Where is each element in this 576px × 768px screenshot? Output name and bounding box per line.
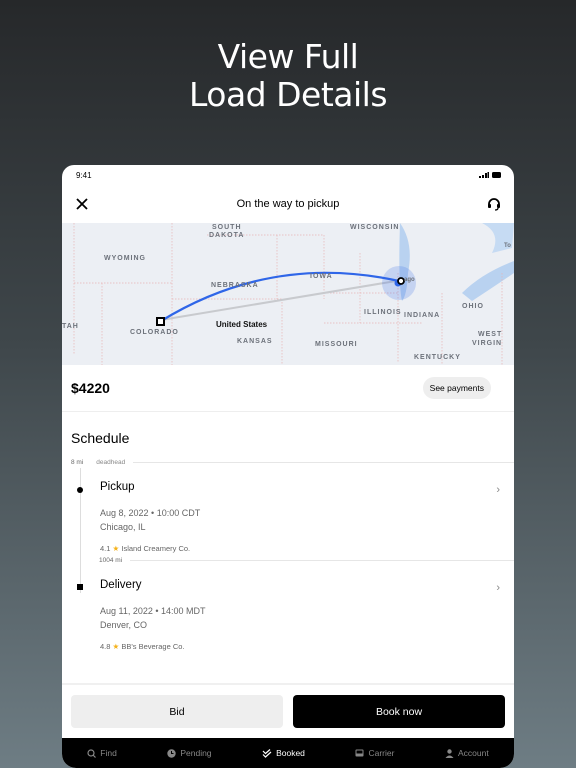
clock-icon xyxy=(167,748,177,758)
pickup-dot-icon xyxy=(77,487,83,493)
stop-datetime: Aug 8, 2022 • 10:00 CDT xyxy=(100,508,201,518)
map-label: WYOMING xyxy=(104,255,146,262)
battery-icon xyxy=(492,172,501,178)
stop-location: Chicago, IL xyxy=(100,522,146,532)
action-bar: Bid Book now xyxy=(62,683,514,738)
stop-location: Denver, CO xyxy=(100,620,148,630)
nav-carrier[interactable]: Carrier xyxy=(355,748,394,758)
schedule-title: Schedule xyxy=(71,430,130,446)
stop-type: Delivery xyxy=(100,579,142,591)
status-bar: 9:41 xyxy=(62,165,514,185)
headline-line-2: Load Details xyxy=(188,75,388,114)
map-city-label: To xyxy=(504,243,511,249)
map-label: INDIANA xyxy=(404,312,441,319)
stop-company: BB's Beverage Co. xyxy=(121,642,185,651)
star-icon: ★ xyxy=(112,544,120,553)
map-label: OHIO xyxy=(462,303,484,310)
search-icon xyxy=(87,748,97,758)
person-icon xyxy=(445,748,454,758)
price-row: $4220 See payments xyxy=(62,365,514,412)
nav-label: Find xyxy=(100,748,117,758)
map-label: TAH xyxy=(62,323,79,330)
signal-icon xyxy=(479,172,489,178)
stop-pickup[interactable]: Pickup Aug 8, 2022 • 10:00 CDT Chicago, … xyxy=(62,468,514,564)
deadhead-distance: 8 mi xyxy=(71,458,84,466)
nav-label: Booked xyxy=(276,748,305,758)
nav-pending[interactable]: Pending xyxy=(167,748,212,758)
nav-account[interactable]: Account xyxy=(445,748,489,758)
bottom-nav: Find Pending Booked Carrier Account xyxy=(62,738,514,768)
map-label: DAKOTA xyxy=(209,232,245,239)
stop-company: Island Creamery Co. xyxy=(121,544,191,553)
chevron-right-icon[interactable]: › xyxy=(496,582,500,594)
nav-label: Account xyxy=(457,748,489,758)
map-country-label: United States xyxy=(216,320,268,329)
map-label: WEST xyxy=(478,331,503,338)
stop-delivery[interactable]: Delivery Aug 11, 2022 • 14:00 MDT Denver… xyxy=(62,566,514,662)
delivery-marker[interactable] xyxy=(156,317,165,326)
stop-rating: 4.8 xyxy=(100,642,111,651)
book-now-button[interactable]: Book now xyxy=(293,695,505,728)
stop-datetime: Aug 11, 2022 • 14:00 MDT xyxy=(100,606,206,616)
header: On the way to pickup xyxy=(62,185,514,223)
close-icon[interactable] xyxy=(74,196,90,212)
bid-button[interactable]: Bid xyxy=(71,695,283,728)
chevron-right-icon[interactable]: › xyxy=(496,484,500,496)
map-label: SOUTH xyxy=(212,224,242,231)
headline: View Full Load Details xyxy=(0,38,576,114)
map-graphics xyxy=(73,223,514,365)
star-icon: ★ xyxy=(112,642,120,651)
map-label: WISCONSIN xyxy=(350,224,400,231)
stop-type: Pickup xyxy=(100,481,135,493)
map-label: MISSOURI xyxy=(315,341,358,348)
deadhead-row: 8 mi deadhead xyxy=(62,456,514,468)
map-label: IOWA xyxy=(310,273,333,280)
map-label: VIRGIN xyxy=(472,340,503,347)
schedule-timeline: 8 mi deadhead Pickup Aug 8, 2022 • 10:00… xyxy=(62,456,514,662)
route-map[interactable]: SOUTH DAKOTA WISCONSIN WYOMING NEBRASKA … xyxy=(62,223,514,365)
map-label: ILLINOIS xyxy=(364,309,402,316)
headset-icon[interactable] xyxy=(486,196,502,212)
headline-line-1: View Full xyxy=(217,37,359,76)
map-label: KANSAS xyxy=(237,338,273,345)
delivery-square-icon xyxy=(77,584,83,590)
map-city-label: ago xyxy=(404,277,415,283)
deadhead-label: deadhead xyxy=(96,458,126,466)
map-label: KENTUCKY xyxy=(414,354,461,361)
nav-booked[interactable]: Booked xyxy=(262,748,305,758)
map-label: COLORADO xyxy=(130,329,179,336)
stop-rating: 4.1 xyxy=(100,544,111,553)
status-time: 9:41 xyxy=(76,170,92,180)
see-payments-button[interactable]: See payments xyxy=(422,377,491,399)
truck-icon xyxy=(355,749,364,756)
phone-screen: 9:41 On the way to pickup SOUTH DAKOTA W… xyxy=(62,165,514,768)
nav-find[interactable]: Find xyxy=(87,748,117,758)
nav-label: Pending xyxy=(180,748,212,758)
nav-label: Carrier xyxy=(368,748,395,758)
divider xyxy=(133,461,514,463)
map-label: NEBRASKA xyxy=(211,282,259,289)
lake-erie xyxy=(462,261,514,301)
header-title: On the way to pickup xyxy=(236,198,340,210)
load-price: $4220 xyxy=(71,380,110,396)
double-check-icon xyxy=(262,748,272,758)
